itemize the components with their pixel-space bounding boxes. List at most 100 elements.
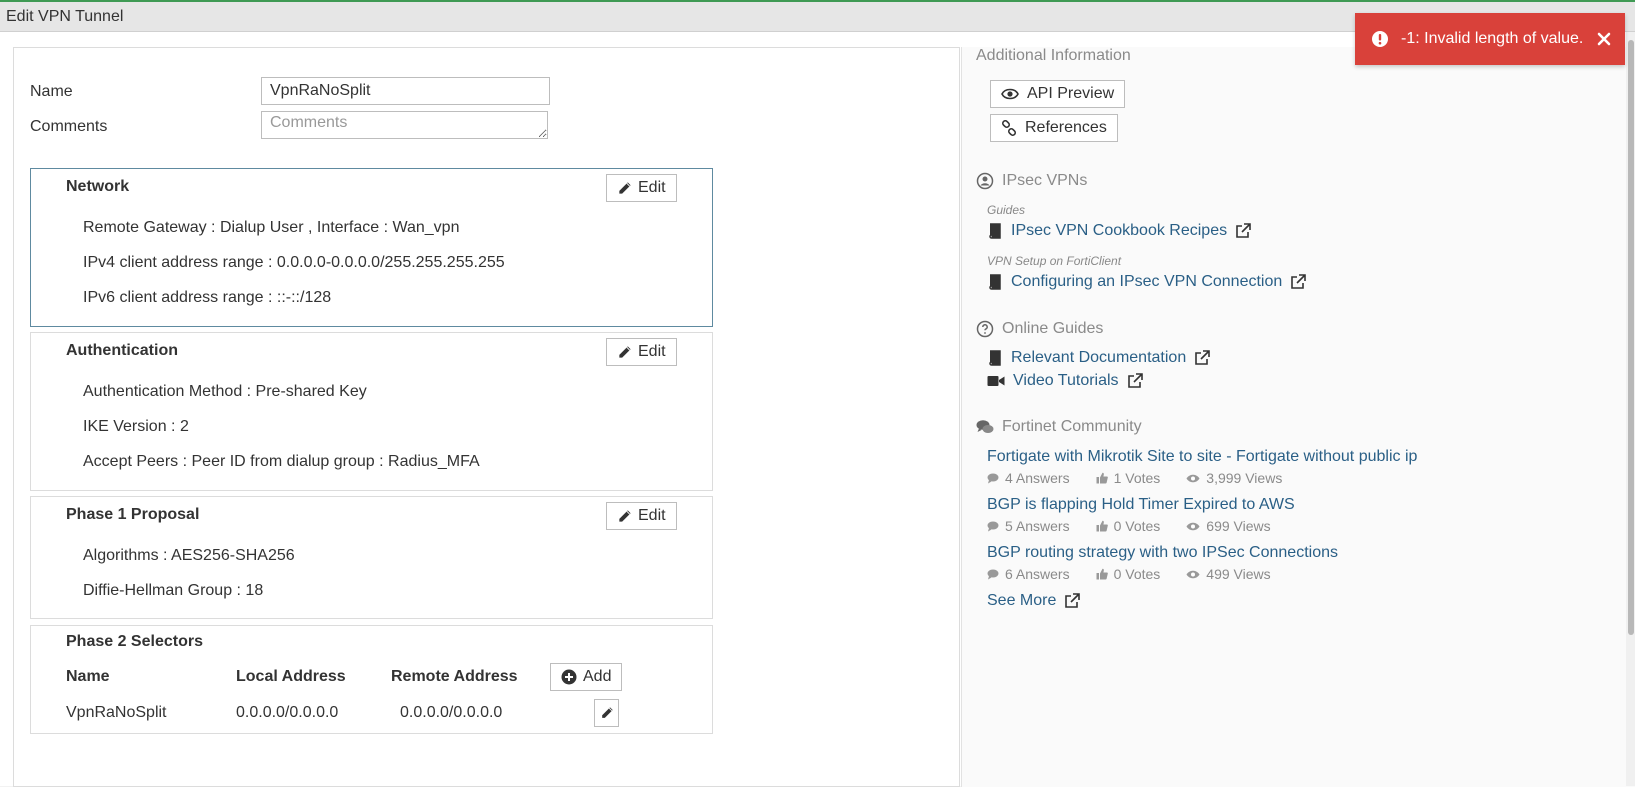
pencil-icon bbox=[601, 707, 613, 718]
ipsec-icon bbox=[976, 172, 994, 190]
ipsec-heading: IPsec VPNs bbox=[976, 172, 1087, 190]
row-remote-address: 0.0.0.0/0.0.0.0 bbox=[400, 704, 503, 721]
thumbs-up-icon bbox=[1096, 520, 1108, 532]
additional-info-heading: Additional Information bbox=[976, 47, 1131, 64]
pencil-icon bbox=[619, 509, 631, 522]
comment-icon bbox=[987, 569, 999, 579]
community-heading-label: Fortinet Community bbox=[1002, 418, 1142, 435]
cookbook-link[interactable]: IPsec VPN Cookbook Recipes bbox=[987, 222, 1251, 240]
phase1-line: Diffie-Hellman Group : 18 bbox=[83, 582, 264, 599]
eye-icon bbox=[1186, 474, 1200, 482]
column-header-remote-address: Remote Address bbox=[391, 668, 518, 685]
thumbs-up-icon bbox=[1096, 568, 1108, 580]
scrollbar-track[interactable] bbox=[1626, 32, 1635, 786]
external-link-icon bbox=[1195, 350, 1211, 365]
community-post-link[interactable]: BGP is flapping Hold Timer Expired to AW… bbox=[987, 496, 1295, 514]
phase1-title: Phase 1 Proposal bbox=[66, 506, 200, 523]
column-header-local-address: Local Address bbox=[236, 668, 346, 685]
network-line: Remote Gateway : Dialup User , Interface… bbox=[83, 219, 460, 236]
cookbook-link-label: IPsec VPN Cookbook Recipes bbox=[1011, 222, 1228, 239]
comment-icon bbox=[987, 521, 999, 531]
comments-label: Comments bbox=[30, 118, 108, 135]
network-line: IPv6 client address range : ::-::/128 bbox=[83, 289, 332, 306]
name-input[interactable] bbox=[261, 77, 550, 105]
toast-message: -1: Invalid length of value. bbox=[1401, 30, 1584, 47]
api-preview-button[interactable]: API Preview bbox=[990, 80, 1126, 108]
eye-icon bbox=[1001, 88, 1019, 100]
online-guides-label: Online Guides bbox=[1002, 320, 1104, 337]
book-icon bbox=[989, 274, 1001, 290]
thumbs-up-icon bbox=[1096, 472, 1108, 484]
phase1-line: Algorithms : AES256-SHA256 bbox=[83, 547, 295, 564]
row-local-address: 0.0.0.0/0.0.0.0 bbox=[236, 704, 339, 721]
references-label: References bbox=[1025, 119, 1107, 136]
exclamation-circle-icon bbox=[1372, 31, 1388, 47]
book-icon bbox=[989, 223, 1001, 239]
page-title: Edit VPN Tunnel bbox=[6, 8, 124, 25]
configuring-link-label: Configuring an IPsec VPN Connection bbox=[1011, 273, 1283, 290]
ipsec-heading-label: IPsec VPNs bbox=[1002, 172, 1088, 189]
video-tutorials-link[interactable]: Video Tutorials bbox=[987, 372, 1143, 390]
comments-input[interactable] bbox=[261, 111, 548, 139]
error-toast: -1: Invalid length of value. bbox=[1355, 13, 1625, 65]
relevant-docs-label: Relevant Documentation bbox=[1011, 349, 1187, 366]
video-icon bbox=[987, 376, 1005, 386]
authentication-line: Accept Peers : Peer ID from dialup group… bbox=[83, 453, 480, 470]
authentication-section: Authentication Edit Authentication Metho… bbox=[30, 332, 713, 491]
authentication-edit-button[interactable]: Edit bbox=[606, 338, 677, 366]
phase2-section: Phase 2 Selectors Name Local Address Rem… bbox=[30, 625, 713, 734]
phase2-title: Phase 2 Selectors bbox=[66, 633, 203, 650]
edit-label: Edit bbox=[638, 343, 666, 360]
edit-label: Edit bbox=[638, 507, 666, 524]
close-icon[interactable] bbox=[1597, 32, 1611, 46]
network-edit-button[interactable]: Edit bbox=[606, 174, 677, 202]
phase1-section: Phase 1 Proposal Edit Algorithms : AES25… bbox=[30, 496, 713, 619]
scrollbar-thumb[interactable] bbox=[1628, 40, 1634, 635]
community-post-link[interactable]: BGP routing strategy with two IPSec Conn… bbox=[987, 544, 1338, 562]
name-label: Name bbox=[30, 83, 73, 100]
configuring-link[interactable]: Configuring an IPsec VPN Connection bbox=[987, 273, 1307, 291]
see-more-link[interactable]: See More bbox=[987, 592, 1081, 610]
votes-count: 0 Votes bbox=[1113, 566, 1161, 582]
views-count: 3,999 Views bbox=[1206, 470, 1283, 486]
references-button[interactable]: References bbox=[990, 114, 1118, 142]
relevant-docs-link[interactable]: Relevant Documentation bbox=[987, 349, 1211, 367]
api-preview-label: API Preview bbox=[1027, 85, 1115, 102]
views-count: 699 Views bbox=[1206, 518, 1271, 534]
column-header-name: Name bbox=[66, 668, 110, 685]
comment-icon bbox=[987, 473, 999, 483]
community-post-stats: 6 Answers 0 Votes 499 Views bbox=[987, 566, 1271, 582]
video-tutorials-label: Video Tutorials bbox=[1013, 372, 1119, 389]
answers-count: 6 Answers bbox=[1005, 566, 1070, 582]
network-section: Network Edit Remote Gateway : Dialup Use… bbox=[30, 168, 713, 327]
book-icon bbox=[989, 350, 1001, 366]
link-icon bbox=[1001, 120, 1017, 136]
phase1-edit-button[interactable]: Edit bbox=[606, 502, 677, 530]
row-name: VpnRaNoSplit bbox=[66, 704, 167, 721]
votes-count: 0 Votes bbox=[1113, 518, 1161, 534]
eye-icon bbox=[1186, 522, 1200, 530]
authentication-title: Authentication bbox=[66, 342, 178, 359]
question-icon bbox=[976, 320, 994, 338]
network-title: Network bbox=[66, 178, 130, 195]
external-link-icon bbox=[1291, 274, 1307, 289]
guides-label: Guides bbox=[987, 203, 1026, 217]
forticlient-label: VPN Setup on FortiClient bbox=[987, 254, 1122, 268]
eye-icon bbox=[1186, 570, 1200, 578]
authentication-line: Authentication Method : Pre-shared Key bbox=[83, 383, 367, 400]
main-panel: Name Comments Network Edit Remote Gatewa… bbox=[13, 47, 960, 787]
authentication-line: IKE Version : 2 bbox=[83, 418, 189, 435]
views-count: 499 Views bbox=[1206, 566, 1271, 582]
community-heading: Fortinet Community bbox=[976, 418, 1142, 436]
votes-count: 1 Votes bbox=[1113, 470, 1161, 486]
network-line: IPv4 client address range : 0.0.0.0-0.0.… bbox=[83, 254, 505, 271]
answers-count: 5 Answers bbox=[1005, 518, 1070, 534]
online-guides-heading: Online Guides bbox=[976, 320, 1103, 338]
phase2-add-button[interactable]: Add bbox=[550, 663, 623, 691]
community-post-link[interactable]: Fortigate with Mikrotik Site to site - F… bbox=[987, 448, 1417, 466]
external-link-icon bbox=[1065, 593, 1081, 608]
external-link-icon bbox=[1236, 223, 1251, 238]
side-panel: Additional Information API Preview Refer… bbox=[961, 47, 1635, 787]
row-edit-button[interactable] bbox=[594, 699, 619, 727]
add-label: Add bbox=[583, 668, 612, 685]
